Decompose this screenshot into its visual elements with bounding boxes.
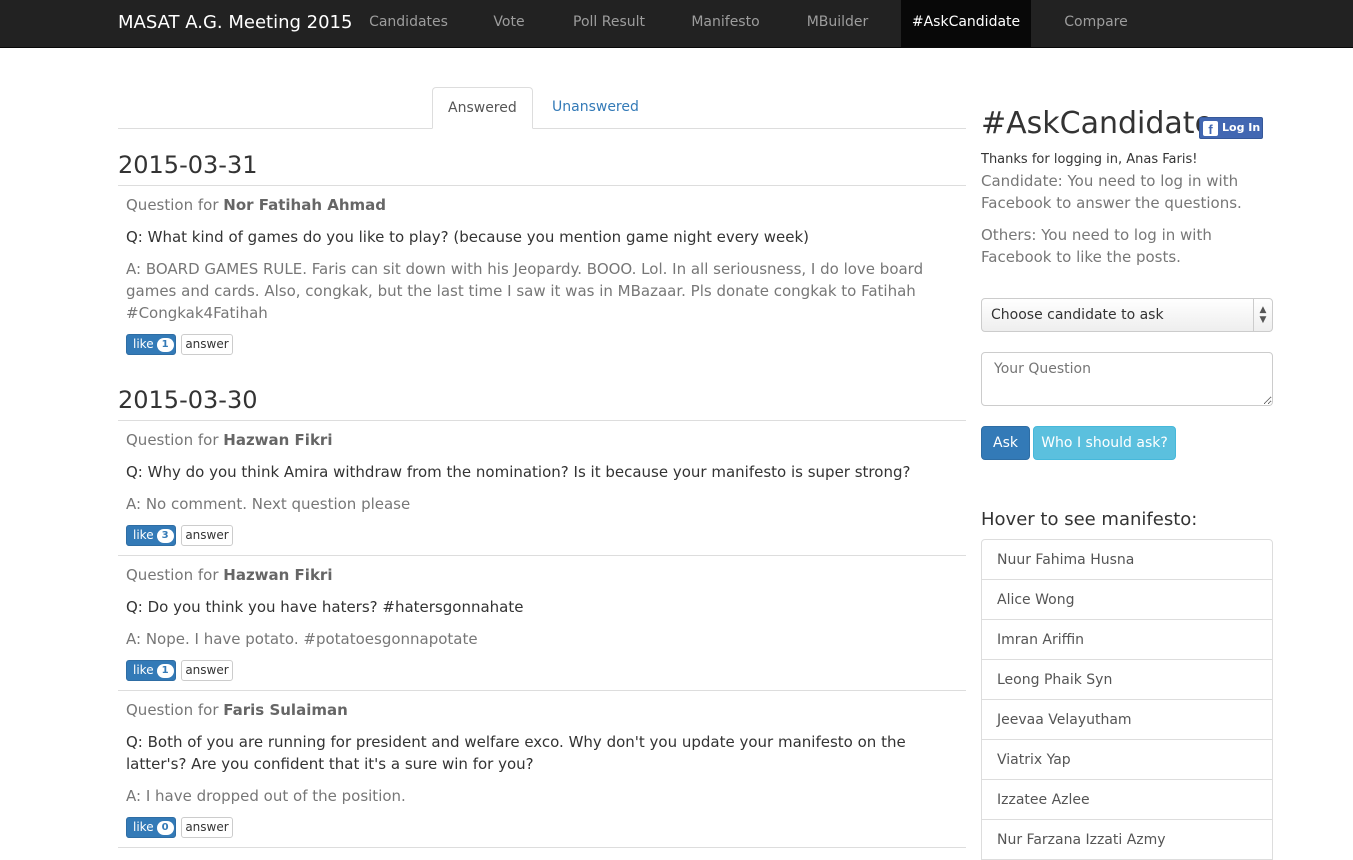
manifesto-list-title: Hover to see manifesto: — [981, 509, 1198, 530]
question-for-prefix: Question for — [126, 431, 219, 449]
question-divider — [118, 690, 966, 691]
question-item: Question for Faris Sulaiman Q: Both of y… — [118, 699, 966, 841]
date-heading: 2015-03-30 — [118, 385, 966, 421]
nav-askcandidate[interactable]: #AskCandidate — [901, 0, 1031, 47]
question-text: Q: Both of you are running for president… — [126, 733, 906, 773]
question-for-line: Question for Faris Sulaiman — [126, 699, 966, 721]
answer-button[interactable]: answer — [181, 660, 233, 681]
question-divider — [118, 847, 966, 848]
date-heading: 2015-03-31 — [118, 150, 966, 186]
list-item[interactable]: Nuur Fahima Husna — [981, 539, 1273, 580]
question-item: Question for Hazwan Fikri Q: Do you thin… — [118, 564, 966, 684]
candidate-name: Nor Fatihah Ahmad — [223, 196, 387, 214]
question-for-line: Question for Nor Fatihah Ahmad — [126, 194, 966, 216]
candidate-name: Hazwan Fikri — [223, 431, 333, 449]
question-item: Question for Nor Fatihah Ahmad Q: What k… — [118, 194, 966, 356]
like-count-badge: 3 — [156, 529, 174, 543]
nav-vote[interactable]: Vote — [477, 0, 541, 47]
question-for-prefix: Question for — [126, 701, 219, 719]
candidate-select-value: Choose candidate to ask — [991, 307, 1164, 323]
like-label: like — [133, 663, 154, 677]
list-item[interactable]: Jeevaa Velayutham — [981, 699, 1273, 740]
list-item[interactable]: Nur Farzana Izzati Azmy — [981, 819, 1273, 860]
nav-mbuilder[interactable]: MBuilder — [792, 0, 883, 47]
answer-button[interactable]: answer — [181, 525, 233, 546]
question-for-line: Question for Hazwan Fikri — [126, 564, 966, 586]
like-button[interactable]: like 0 — [126, 817, 176, 838]
facebook-login-label: Log In — [1222, 121, 1261, 134]
sidebar-title: #AskCandidate — [981, 106, 1214, 141]
tab-unanswered[interactable]: Unanswered — [537, 87, 654, 129]
list-item[interactable]: Izzatee Azlee — [981, 779, 1273, 820]
answer-text: A: No comment. Next question please — [126, 495, 411, 513]
question-text: Q: What kind of games do you like to pla… — [126, 228, 810, 246]
question-text: Q: Do you think you have haters? #haters… — [126, 598, 524, 616]
select-arrows-icon: ▲ ▼ — [1253, 299, 1272, 331]
answer-text: A: I have dropped out of the position. — [126, 787, 406, 805]
like-count-badge: 1 — [156, 664, 174, 678]
candidate-select[interactable]: Choose candidate to ask ▲ ▼ — [981, 298, 1273, 332]
tab-answered[interactable]: Answered — [432, 87, 533, 129]
facebook-login-button[interactable]: f Log In — [1199, 117, 1263, 139]
login-greeting: Thanks for logging in, Anas Faris! — [981, 152, 1198, 167]
question-for-line: Question for Hazwan Fikri — [126, 429, 966, 451]
others-login-note: Others: You need to log in with Facebook… — [981, 226, 1212, 266]
nav-manifesto[interactable]: Manifesto — [677, 0, 774, 47]
candidate-login-note: Candidate: You need to log in with Faceb… — [981, 172, 1242, 212]
answer-text: A: BOARD GAMES RULE. Faris can sit down … — [126, 260, 924, 322]
nav-compare[interactable]: Compare — [1049, 0, 1143, 47]
question-for-prefix: Question for — [126, 196, 219, 214]
candidate-manifesto-list: Nuur Fahima Husna Alice Wong Imran Ariff… — [981, 539, 1273, 860]
answer-button[interactable]: answer — [181, 817, 233, 838]
like-label: like — [133, 528, 154, 542]
like-button[interactable]: like 1 — [126, 660, 176, 681]
top-navbar: MASAT A.G. Meeting 2015 Candidates Vote … — [0, 0, 1353, 48]
list-item[interactable]: Imran Ariffin — [981, 619, 1273, 660]
like-button[interactable]: like 1 — [126, 334, 176, 355]
question-text: Q: Why do you think Amira withdraw from … — [126, 463, 911, 481]
like-count-badge: 0 — [156, 821, 174, 835]
like-label: like — [133, 337, 154, 351]
question-for-prefix: Question for — [126, 566, 219, 584]
question-input[interactable] — [981, 352, 1273, 406]
candidate-name: Faris Sulaiman — [223, 701, 348, 719]
like-button[interactable]: like 3 — [126, 525, 176, 546]
answer-button[interactable]: answer — [181, 334, 233, 355]
list-item[interactable]: Leong Phaik Syn — [981, 659, 1273, 700]
answer-text: A: Nope. I have potato. #potatoesgonnapo… — [126, 630, 478, 648]
question-divider — [118, 555, 966, 556]
candidate-name: Hazwan Fikri — [223, 566, 333, 584]
like-label: like — [133, 820, 154, 834]
brand-title[interactable]: MASAT A.G. Meeting 2015 — [118, 0, 352, 48]
nav-candidates[interactable]: Candidates — [356, 0, 461, 47]
list-item[interactable]: Alice Wong — [981, 579, 1273, 620]
question-tabs: Answered Unanswered — [118, 87, 966, 129]
ask-button[interactable]: Ask — [981, 426, 1030, 460]
list-item[interactable]: Viatrix Yap — [981, 739, 1273, 780]
like-count-badge: 1 — [156, 338, 174, 352]
nav-poll-result[interactable]: Poll Result — [558, 0, 660, 47]
question-item: Question for Hazwan Fikri Q: Why do you … — [118, 429, 966, 549]
facebook-icon: f — [1203, 121, 1218, 137]
who-should-ask-button[interactable]: Who I should ask? — [1033, 426, 1176, 460]
